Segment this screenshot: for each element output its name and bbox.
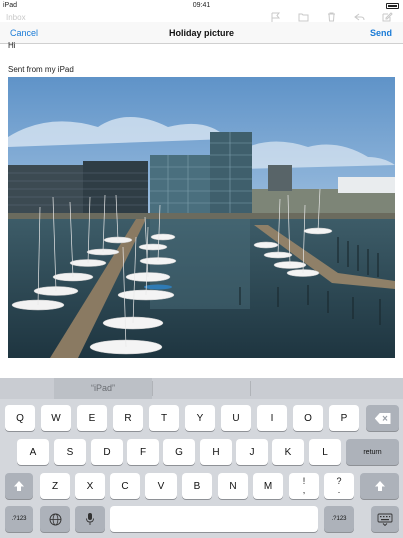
key-u[interactable]: U <box>221 405 251 431</box>
status-bar: iPad 09:41 <box>0 0 403 12</box>
key-o[interactable]: O <box>293 405 323 431</box>
key-j[interactable]: J <box>236 439 268 465</box>
attached-photo[interactable] <box>8 77 395 358</box>
space-bar[interactable] <box>110 506 318 532</box>
compose-title: Holiday picture <box>168 28 234 38</box>
key-y[interactable]: Y <box>185 405 215 431</box>
prediction-suggestion-2[interactable] <box>153 378 250 399</box>
shift-icon <box>374 480 386 492</box>
key-n[interactable]: N <box>218 473 248 499</box>
microphone-icon <box>85 512 95 526</box>
key-question-period[interactable]: ? . <box>324 473 354 499</box>
onscreen-keyboard: “iPad” Q W E R T Y U I O P A S D F G H J… <box>0 378 403 538</box>
numbers-key-right[interactable]: .?123 <box>324 506 354 532</box>
hide-keyboard-key[interactable] <box>371 506 399 532</box>
inbox-back-link: Inbox <box>6 13 26 22</box>
shift-key-right[interactable] <box>360 473 399 499</box>
battery-icon <box>386 3 399 9</box>
shift-key-left[interactable] <box>5 473 33 499</box>
backspace-icon <box>374 412 391 424</box>
key-b[interactable]: B <box>182 473 212 499</box>
message-body-text[interactable]: Hi <box>8 41 16 50</box>
key-h[interactable]: H <box>200 439 232 465</box>
prediction-suggestion-3[interactable] <box>251 378 348 399</box>
key-bottom-char: , <box>302 485 306 495</box>
key-m[interactable]: M <box>253 473 283 499</box>
key-k[interactable]: K <box>272 439 304 465</box>
key-exclaim-comma[interactable]: ! , <box>289 473 319 499</box>
key-a[interactable]: A <box>17 439 49 465</box>
key-bottom-char: . <box>337 485 341 495</box>
keyboard-hide-icon <box>377 513 393 526</box>
key-z[interactable]: Z <box>40 473 70 499</box>
key-r[interactable]: R <box>113 405 143 431</box>
key-q[interactable]: Q <box>5 405 35 431</box>
globe-icon <box>49 513 62 526</box>
predictive-text-bar: “iPad” <box>0 378 403 399</box>
key-i[interactable]: I <box>257 405 287 431</box>
backspace-key[interactable] <box>366 405 399 431</box>
key-p[interactable]: P <box>329 405 359 431</box>
key-g[interactable]: G <box>163 439 195 465</box>
globe-key[interactable] <box>40 506 70 532</box>
numbers-key-left[interactable]: .?123 <box>5 506 33 532</box>
key-s[interactable]: S <box>54 439 86 465</box>
status-time: 09:41 <box>192 2 211 9</box>
key-l[interactable]: L <box>309 439 341 465</box>
compose-nav-bar: Cancel Holiday picture Send <box>0 22 403 44</box>
send-button[interactable]: Send <box>370 28 392 38</box>
key-x[interactable]: X <box>75 473 105 499</box>
key-w[interactable]: W <box>41 405 71 431</box>
key-e[interactable]: E <box>77 405 107 431</box>
return-key[interactable]: return <box>346 439 399 465</box>
key-v[interactable]: V <box>145 473 177 499</box>
key-t[interactable]: T <box>149 405 179 431</box>
key-d[interactable]: D <box>91 439 123 465</box>
key-f[interactable]: F <box>127 439 159 465</box>
email-signature[interactable]: Sent from my iPad <box>8 65 74 74</box>
prediction-suggestion-1[interactable]: “iPad” <box>54 378 152 399</box>
shift-icon <box>13 480 25 492</box>
dictation-key[interactable] <box>75 506 105 532</box>
key-c[interactable]: C <box>110 473 140 499</box>
